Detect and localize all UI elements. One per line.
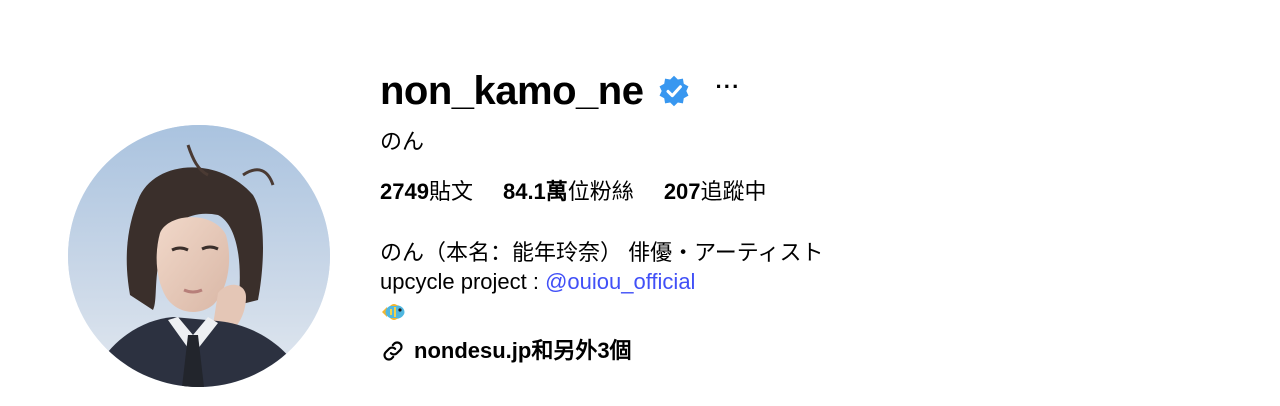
avatar[interactable] [68,125,330,387]
more-options-button[interactable]: ··· [711,76,744,106]
followers-count[interactable]: 84.1萬位粉絲 [503,178,634,206]
posts-count[interactable]: 2749貼文 [380,178,473,206]
full-name: のん [380,129,425,154]
external-links[interactable]: nondesu.jp和另外3個 [380,337,1260,365]
bio: のん（本名：能年玲奈） 俳優・アーティスト upcycle project : … [380,238,1260,325]
profile-info: non_kamo_ne ··· のん 2749貼文 84.1萬位粉絲 207追蹤… [380,68,1260,365]
profile-header: non_kamo_ne ··· のん 2749貼文 84.1萬位粉絲 207追蹤… [0,0,1280,406]
profile-stats: 2749貼文 84.1萬位粉絲 207追蹤中 [380,178,1260,206]
posts-count-value: 2749 [380,179,429,204]
avatar-photo [68,125,330,387]
bio-line-upcycle: upcycle project : @ouiou_official [380,267,1260,296]
following-count[interactable]: 207追蹤中 [664,178,767,206]
bio-upcycle-text: upcycle project : [380,269,546,294]
posts-count-label: 貼文 [428,179,473,204]
bio-emoji-line [380,296,1260,325]
following-count-label: 追蹤中 [700,179,767,204]
followers-count-label: 位粉絲 [567,179,634,204]
username: non_kamo_ne [380,69,644,113]
profile-title-row: non_kamo_ne ··· [380,68,1260,114]
mention-link[interactable]: @ouiou_official [545,269,695,294]
verified-badge-icon [657,74,691,108]
following-count-value: 207 [663,179,701,204]
external-links-label: nondesu.jp和另外3個 [414,338,632,363]
followers-count-value: 84.1萬 [502,179,568,204]
link-icon [380,338,406,364]
bio-line: のん（本名：能年玲奈） 俳優・アーティスト [380,240,824,265]
tropical-fish-icon [380,300,406,324]
